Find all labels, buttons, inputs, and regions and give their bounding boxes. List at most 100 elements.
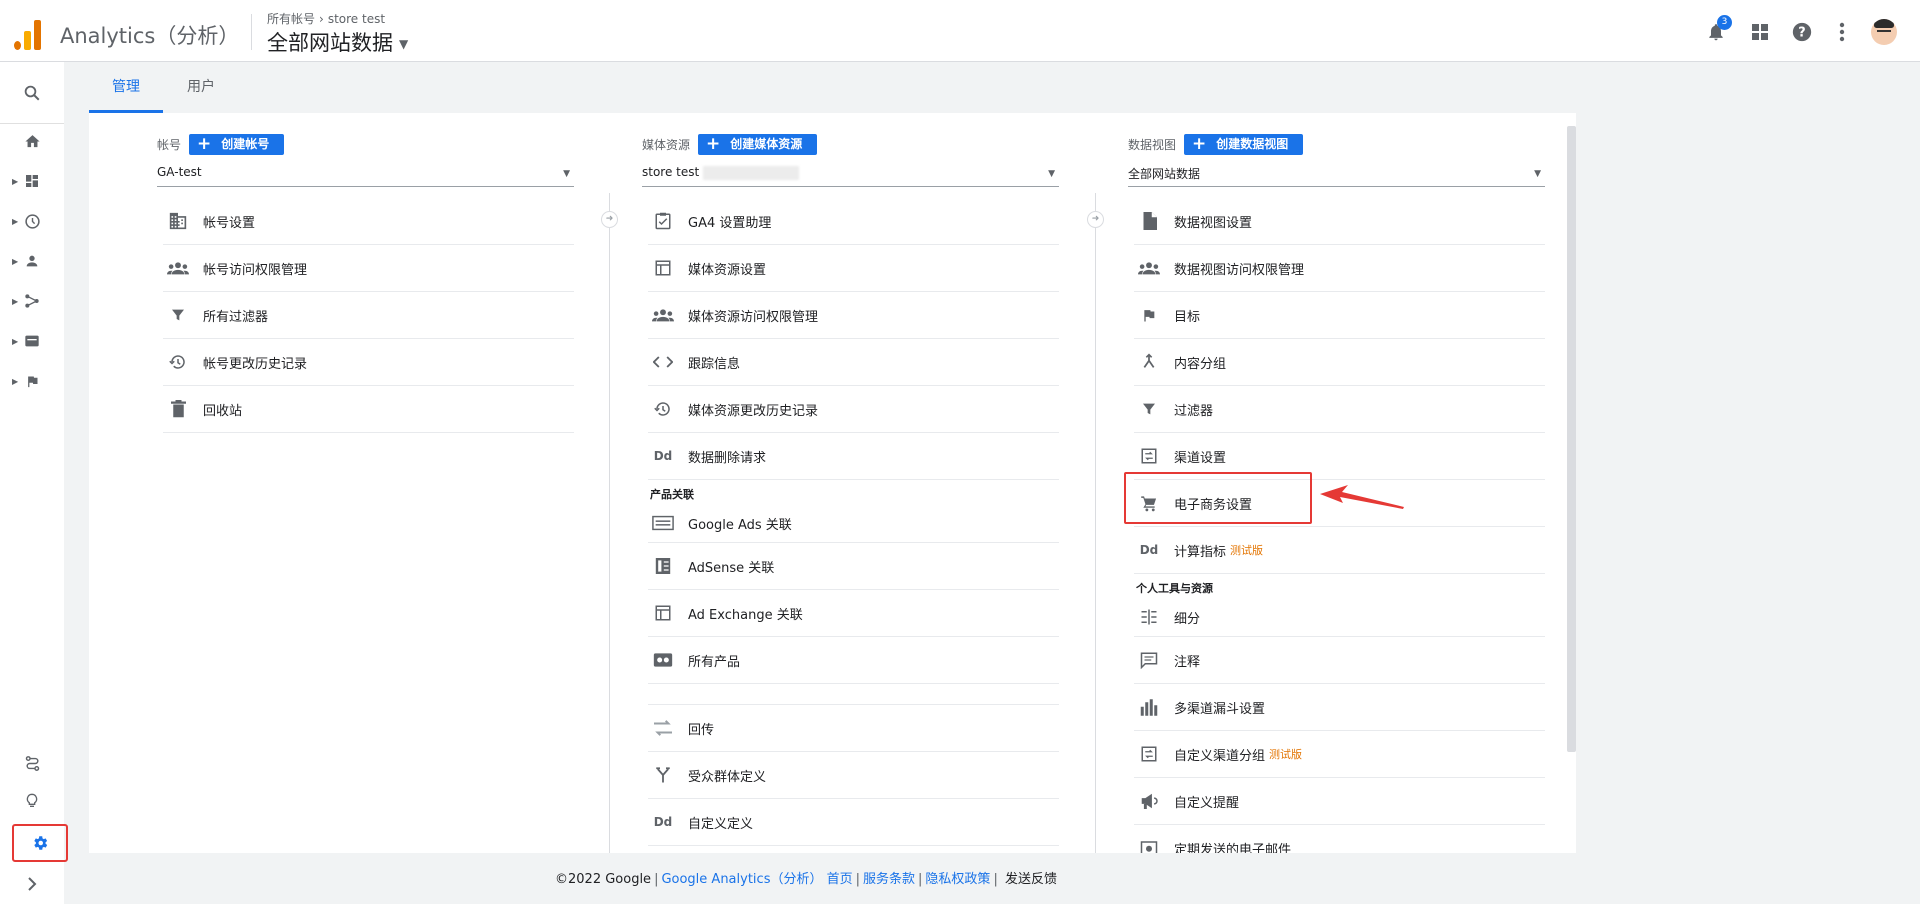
postbacks-item[interactable]: 回传 bbox=[648, 705, 1059, 752]
home-icon bbox=[24, 134, 40, 147]
property-history-item[interactable]: 媒体资源更改历史记录 bbox=[648, 386, 1059, 433]
megaphone-icon bbox=[1136, 790, 1162, 812]
account-settings-item[interactable]: 帐号设置 bbox=[163, 198, 574, 245]
view-selected: 全部网站数据 bbox=[1128, 167, 1201, 181]
breadcrumb-property[interactable]: store test bbox=[328, 12, 385, 26]
custom-definitions-item[interactable]: Dd 自定义定义 bbox=[648, 799, 1059, 846]
nav-conversions[interactable]: ▶ bbox=[0, 365, 64, 397]
property-access-item[interactable]: 媒体资源访问权限管理 bbox=[648, 292, 1059, 339]
mcf-settings-item[interactable]: 多渠道漏斗设置 bbox=[1134, 684, 1545, 731]
plus-icon: + bbox=[197, 133, 212, 154]
property-label: 媒体资源 bbox=[642, 137, 691, 152]
nav-realtime[interactable]: ▶ bbox=[0, 205, 64, 237]
notifications-button[interactable]: 3 bbox=[1700, 15, 1732, 48]
view-column-selector[interactable]: 全部网站数据 ▼ bbox=[1128, 165, 1545, 187]
item-label: 回传 bbox=[688, 722, 715, 738]
nav-search[interactable] bbox=[0, 77, 64, 109]
dd-icon: Dd bbox=[653, 815, 673, 829]
help-button[interactable]: ? bbox=[1786, 16, 1818, 48]
account-selector[interactable]: GA-test ▼ bbox=[157, 165, 574, 187]
property-selector[interactable]: store test ▼ bbox=[642, 165, 1059, 187]
breadcrumb-account[interactable]: 所有帐号 bbox=[267, 12, 315, 26]
custom-channel-grouping-item[interactable]: 自定义渠道分组 测试版 bbox=[1134, 731, 1545, 778]
item-label: 自定义提醒 bbox=[1174, 795, 1240, 811]
goals-item[interactable]: 目标 bbox=[1134, 292, 1545, 339]
analytics-logo[interactable] bbox=[14, 18, 42, 50]
segments-item[interactable]: 细分 bbox=[1134, 598, 1545, 637]
audience-definitions-item[interactable]: 受众群体定义 bbox=[648, 752, 1059, 799]
nav-home[interactable] bbox=[0, 125, 64, 157]
tracking-info-item[interactable]: 跟踪信息 bbox=[648, 339, 1059, 386]
scheduled-emails-item[interactable]: 定期发送的电子邮件 bbox=[1134, 825, 1545, 853]
item-label: 受众群体定义 bbox=[688, 769, 767, 785]
item-label: Google Ads 关联 bbox=[688, 517, 792, 533]
item-label: 计算指标 bbox=[1174, 544, 1227, 560]
item-label: 目标 bbox=[1174, 309, 1201, 325]
apps-button[interactable] bbox=[1744, 16, 1776, 48]
view-settings-item[interactable]: 数据视图设置 bbox=[1134, 198, 1545, 245]
view-access-item[interactable]: 数据视图访问权限管理 bbox=[1134, 245, 1545, 292]
account-selected: GA-test bbox=[157, 165, 202, 179]
footer-home-link[interactable]: 首页 bbox=[827, 872, 853, 887]
footer-terms-link[interactable]: 服务条款 bbox=[863, 872, 915, 887]
trash-can-item[interactable]: 回收站 bbox=[163, 386, 574, 433]
nav-customization[interactable]: ▶ bbox=[0, 165, 64, 197]
account-button[interactable] bbox=[1868, 16, 1900, 48]
view-selector[interactable]: 全部网站数据 ▼ bbox=[267, 27, 408, 57]
nav-admin[interactable] bbox=[12, 824, 68, 862]
custom-alerts-item[interactable]: 自定义提醒 bbox=[1134, 778, 1545, 825]
web-layout-icon bbox=[650, 257, 676, 279]
nav-expand[interactable] bbox=[0, 868, 64, 900]
attribution-icon bbox=[25, 755, 39, 771]
nav-behavior[interactable]: ▶ bbox=[0, 325, 64, 357]
nav-acquisition[interactable]: ▶ bbox=[0, 285, 64, 317]
create-view-button[interactable]: + 创建数据视图 bbox=[1184, 133, 1304, 155]
nav-attribution[interactable] bbox=[0, 747, 64, 779]
account-history-item[interactable]: 帐号更改历史记录 bbox=[163, 339, 574, 386]
admin-panel: 帐号 + 创建帐号 GA-test ▼ 帐号设置 帐号访问权限管理 所有过滤器 帐… bbox=[89, 113, 1576, 853]
filters-item[interactable]: 过滤器 bbox=[1134, 386, 1545, 433]
item-label: GA4 设置助理 bbox=[688, 215, 772, 231]
search-icon bbox=[24, 85, 40, 101]
group-icon bbox=[650, 304, 676, 326]
all-filters-item[interactable]: 所有过滤器 bbox=[163, 292, 574, 339]
item-label: 媒体资源设置 bbox=[688, 262, 767, 278]
schedule-icon bbox=[1136, 837, 1162, 853]
chevron-right-icon: › bbox=[319, 12, 324, 26]
feedback-link[interactable]: 发送反馈 bbox=[1005, 872, 1057, 887]
content-grouping-item[interactable]: 内容分组 bbox=[1134, 339, 1545, 386]
flag-icon bbox=[1136, 304, 1162, 326]
data-deletion-item[interactable]: Dd 数据删除请求 bbox=[648, 433, 1059, 480]
beta-badge: 测试版 bbox=[1230, 544, 1264, 557]
all-products-item[interactable]: 所有产品 bbox=[648, 637, 1059, 684]
nav-discover[interactable] bbox=[0, 785, 64, 817]
annotations-item[interactable]: 注释 bbox=[1134, 637, 1545, 684]
view-items: 数据视图设置 数据视图访问权限管理 目标 内容分组 过滤器 渠道设置 电子商务设… bbox=[1128, 198, 1545, 853]
create-property-button[interactable]: + 创建媒体资源 bbox=[698, 133, 818, 155]
tab-users[interactable]: 用户 bbox=[169, 62, 233, 110]
arrow-right-circle-icon: ➜ bbox=[1087, 211, 1104, 228]
calculated-metrics-item[interactable]: Dd 计算指标 测试版 bbox=[1134, 527, 1545, 574]
ad-exchange-linking-item[interactable]: Ad Exchange 关联 bbox=[648, 590, 1059, 637]
column-divider bbox=[609, 193, 610, 853]
scrollbar[interactable] bbox=[1567, 126, 1576, 752]
item-label: 注释 bbox=[1174, 654, 1201, 670]
breadcrumb[interactable]: 所有帐号 › store test bbox=[267, 10, 385, 27]
property-settings-item[interactable]: 媒体资源设置 bbox=[648, 245, 1059, 292]
ga4-setup-assistant-item[interactable]: GA4 设置助理 bbox=[648, 198, 1059, 245]
expand-arrow-icon: ▶ bbox=[12, 296, 19, 306]
create-account-button[interactable]: + 创建帐号 bbox=[189, 133, 285, 155]
footer-privacy-link[interactable]: 隐私权政策 bbox=[925, 872, 990, 887]
account-access-item[interactable]: 帐号访问权限管理 bbox=[163, 245, 574, 292]
adsense-linking-item[interactable]: AdSense 关联 bbox=[648, 543, 1059, 590]
more-options-button[interactable] bbox=[1826, 16, 1858, 48]
account-column: 帐号 + 创建帐号 GA-test ▼ 帐号设置 帐号访问权限管理 所有过滤器 帐… bbox=[157, 113, 577, 853]
channel-settings-item[interactable]: 渠道设置 bbox=[1134, 433, 1545, 480]
product-name: Analytics（分析） bbox=[60, 24, 240, 48]
admin-gear-icon bbox=[34, 836, 48, 850]
tab-admin[interactable]: 管理 bbox=[89, 62, 163, 113]
nav-audience[interactable]: ▶ bbox=[0, 245, 64, 277]
google-ads-linking-item[interactable]: Google Ads 关联 bbox=[648, 504, 1059, 543]
footer-ga-link[interactable]: Google Analytics（分析） bbox=[661, 872, 822, 887]
dd-icon: Dd bbox=[1139, 543, 1159, 557]
